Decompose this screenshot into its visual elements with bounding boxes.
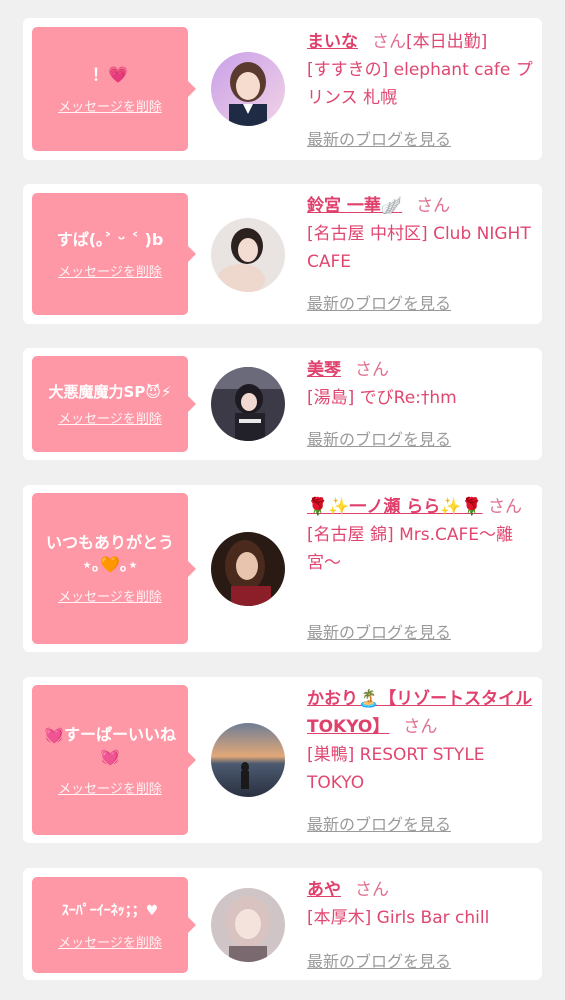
member-name-link[interactable]: まいな [307,32,358,52]
member-info: まいな さん[本日出勤] [すすきの] elephant cafe プリンス 札幌 [307,28,537,112]
delete-message-link[interactable]: メッセージを削除 [58,261,162,280]
message-bubble: ｽｰﾊﾟｰｲｰﾈｯ；；♥ メッセージを削除 [32,877,196,973]
delete-message-link[interactable]: メッセージを削除 [58,408,162,427]
shop-name: [巣鴨] RESORT STYLE TOKYO [307,745,485,793]
avatar[interactable] [211,367,285,441]
message-card: いつもありがとう⋆｡🧡｡⋆ メッセージを削除 🌹✨一ノ瀬 らら✨🌹 さん [名古… [23,485,542,652]
message-card: 💓すーぱーいいね💓 メッセージを削除 かおり🏝️【リゾートスタイルTOKYO】さ… [23,677,542,843]
avatar[interactable] [211,218,285,292]
message-bubble: ！💗 メッセージを削除 [32,27,196,151]
latest-blog-link[interactable]: 最新のブログを見る [307,426,451,450]
shop-name: [名古屋 錦] Mrs.CAFE〜離宮〜 [307,525,514,573]
message-bubble: 大悪魔魔力SP😈⚡ メッセージを削除 [32,356,196,452]
shop-name: [すすきの] elephant cafe プリンス 札幌 [307,60,533,108]
latest-blog-link[interactable]: 最新のブログを見る [307,290,451,314]
message-card: すぱ(｡˃ ᵕ ˂ )b メッセージを削除 鈴宮 一華🪽 さん [名古屋 中村区]… [23,184,542,324]
member-name-link[interactable]: 美琴 [307,360,341,380]
avatar[interactable] [211,52,285,126]
shop-name: [本厚木] Girls Bar chill [307,908,490,928]
member-info: かおり🏝️【リゾートスタイルTOKYO】 さん [巣鴨] RESORT STYLE… [307,685,537,797]
honorific: さん [355,880,389,900]
member-info: あや さん [本厚木] Girls Bar chill [307,876,537,932]
message-card: 大悪魔魔力SP😈⚡ メッセージを削除 美琴 さん [湯島] でびRe:†hm 最新… [23,348,542,460]
message-text: ！💗 [92,64,128,84]
honorific: さん [355,360,389,380]
avatar[interactable] [211,723,285,797]
shop-name: [湯島] でびRe:†hm [307,388,457,408]
delete-message-link[interactable]: メッセージを削除 [58,932,162,951]
honorific: さん [403,717,438,737]
member-info: 美琴 さん [湯島] でびRe:†hm [307,356,537,412]
shop-name: [名古屋 中村区] Club NIGHT CAFE [307,224,531,272]
message-bubble: すぱ(｡˃ ᵕ ˂ )b メッセージを削除 [32,193,196,315]
member-name-link[interactable]: 🌹✨一ノ瀬 らら✨🌹 [307,497,483,517]
avatar[interactable] [211,888,285,962]
member-info: 🌹✨一ノ瀬 らら✨🌹 さん [名古屋 錦] Mrs.CAFE〜離宮〜 [307,493,537,577]
message-card: ！💗 メッセージを削除 まいな さん[本日出勤] [すすきの] elephant … [23,18,542,160]
member-info: 鈴宮 一華🪽 さん [名古屋 中村区] Club NIGHT CAFE [307,192,537,276]
message-text: 💓すーぱーいいね💓 [44,724,176,766]
delete-message-link[interactable]: メッセージを削除 [58,778,162,797]
delete-message-link[interactable]: メッセージを削除 [58,96,162,115]
status-tag: [本日出勤] [406,32,488,52]
latest-blog-link[interactable]: 最新のブログを見る [307,619,451,643]
message-bubble: 💓すーぱーいいね💓 メッセージを削除 [32,685,196,835]
member-name-link[interactable]: あや [307,880,341,900]
avatar[interactable] [211,532,285,606]
message-text: すぱ(｡˃ ᵕ ˂ )b [56,229,164,249]
honorific: さん [372,32,406,52]
honorific: さん [416,196,451,216]
latest-blog-link[interactable]: 最新のブログを見る [307,948,451,972]
latest-blog-link[interactable]: 最新のブログを見る [307,126,451,150]
message-bubble: いつもありがとう⋆｡🧡｡⋆ メッセージを削除 [32,493,196,644]
latest-blog-link[interactable]: 最新のブログを見る [307,811,451,835]
message-card: ｽｰﾊﾟｰｲｰﾈｯ；；♥ メッセージを削除 あや さん [本厚木] Girls B… [23,868,542,980]
message-text: ｽｰﾊﾟｰｲｰﾈｯ；；♥ [61,902,159,919]
honorific: さん [488,497,522,517]
member-name-link[interactable]: 鈴宮 一華🪽 [307,196,402,216]
delete-message-link[interactable]: メッセージを削除 [58,586,162,605]
message-text: いつもありがとう⋆｡🧡｡⋆ [45,533,174,574]
message-text: 大悪魔魔力SP😈⚡ [48,382,172,401]
